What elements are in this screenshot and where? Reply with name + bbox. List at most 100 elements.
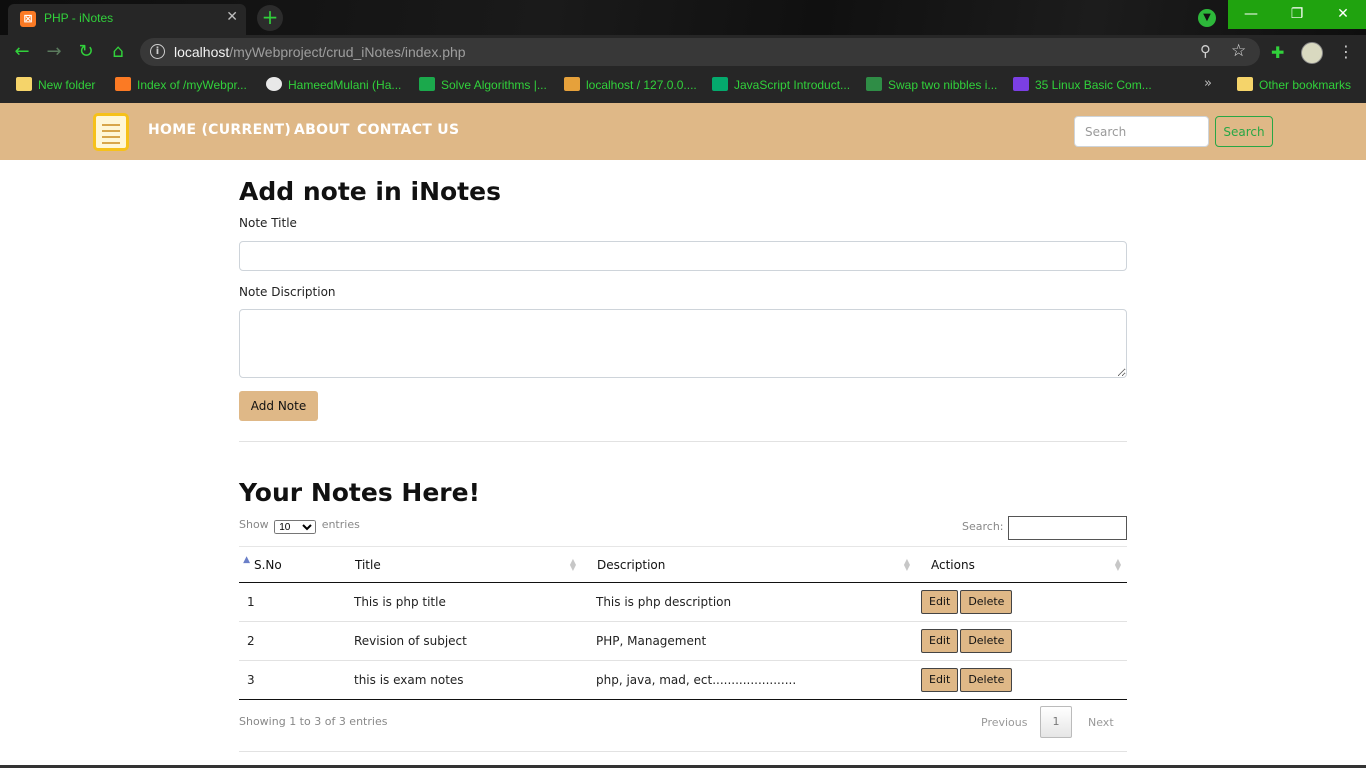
menu-dots-icon[interactable]: ⋮ — [1338, 42, 1354, 61]
geeksforgeeks-icon — [866, 77, 882, 91]
cell-sno: 3 — [247, 673, 255, 687]
pagination-next[interactable]: Next — [1088, 716, 1114, 729]
nav-contact-link[interactable]: CONTACT US — [357, 122, 459, 138]
table-search-input[interactable] — [1008, 516, 1127, 540]
linux-icon — [1013, 77, 1029, 91]
bookmark-item[interactable]: JavaScript Introduct... — [712, 77, 850, 92]
cell-title: Revision of subject — [354, 634, 467, 648]
divider — [239, 441, 1127, 442]
other-bookmarks[interactable]: Other bookmarks — [1237, 77, 1351, 92]
column-header-sno[interactable]: S.No ▲ — [239, 546, 340, 583]
table-row: 3 this is exam notes php, java, mad, ect… — [239, 661, 1127, 700]
new-tab-button[interactable]: + — [257, 5, 283, 31]
cell-description: PHP, Management — [596, 634, 707, 648]
nav-search-input[interactable] — [1074, 116, 1209, 147]
sort-ascending-icon: ▲ — [243, 555, 250, 565]
edit-button[interactable]: Edit — [921, 629, 959, 653]
column-header-description[interactable]: Description ▲ ▼ — [582, 546, 916, 583]
reload-icon[interactable]: ↻ — [75, 41, 97, 63]
maximize-button[interactable]: ❐ — [1274, 0, 1320, 29]
nav-search-button[interactable]: Search — [1215, 116, 1273, 147]
bookmark-item[interactable]: Index of /myWebpr... — [115, 77, 247, 92]
browser-tab[interactable]: ⊠ PHP - iNotes ✕ — [8, 4, 246, 35]
note-description-label: Note Discription — [239, 285, 336, 299]
delete-button[interactable]: Delete — [960, 590, 1013, 614]
bookmark-item[interactable]: 35 Linux Basic Com... — [1013, 77, 1152, 92]
cell-sno: 1 — [247, 595, 255, 609]
pagination-previous[interactable]: Previous — [981, 716, 1028, 729]
xampp-icon: ⊠ — [20, 11, 36, 27]
bookmark-item[interactable]: localhost / 127.0.0.... — [564, 77, 697, 92]
back-arrow-icon[interactable]: ← — [11, 41, 33, 63]
entries-label: entries — [321, 518, 360, 531]
bookmark-item[interactable]: New folder — [16, 77, 95, 92]
column-header-actions[interactable]: Actions ▲ ▼ — [916, 546, 1127, 583]
nav-home-link[interactable]: HOME (CURRENT) — [148, 122, 291, 138]
sort-icon: ▲ ▼ — [569, 557, 576, 572]
add-note-button[interactable]: Add Note — [239, 391, 318, 421]
show-label: Show — [239, 518, 269, 531]
bookmark-item[interactable]: HameedMulani (Ha... — [266, 77, 401, 92]
cell-description: This is php description — [596, 595, 732, 609]
edit-button[interactable]: Edit — [921, 590, 959, 614]
folder-icon — [1237, 77, 1253, 91]
cell-actions: Edit Delete — [916, 622, 1127, 661]
entries-length-control: Show 10 entries — [239, 518, 360, 534]
delete-button[interactable]: Delete — [960, 629, 1013, 653]
table-row: 2 Revision of subject PHP, Management Ed… — [239, 622, 1127, 661]
sort-icon: ▲ ▼ — [1114, 557, 1121, 572]
table-row: 1 This is php title This is php descript… — [239, 583, 1127, 622]
cell-title: this is exam notes — [354, 673, 464, 687]
browser-tab-bar: ⊠ PHP - iNotes ✕ + ▼ — ❐ ✕ — [0, 0, 1366, 35]
notes-table: S.No ▲ Title ▲ ▼ Description ▲ ▼ Actions ▲ ▼ 1 … — [239, 546, 1127, 700]
info-icon[interactable]: i — [150, 44, 165, 59]
close-icon[interactable]: ✕ — [226, 9, 238, 25]
forward-arrow-icon[interactable]: → — [43, 41, 65, 63]
divider — [239, 751, 1127, 752]
delete-button[interactable]: Delete — [960, 668, 1013, 692]
bookmark-item[interactable]: Solve Algorithms |... — [419, 77, 547, 92]
download-icon[interactable]: ▼ — [1198, 9, 1216, 27]
minimize-button[interactable]: — — [1228, 0, 1274, 29]
bookmarks-bar: New folder Index of /myWebpr... HameedMu… — [0, 69, 1366, 103]
xampp-icon — [115, 77, 131, 91]
url-text: localhost/myWebproject/crud_iNotes/index… — [174, 44, 466, 60]
table-info: Showing 1 to 3 of 3 entries — [239, 715, 388, 728]
sort-icon: ▲ ▼ — [903, 557, 910, 572]
note-description-textarea[interactable] — [239, 309, 1127, 378]
add-note-heading: Add note in iNotes — [239, 177, 501, 206]
github-icon — [266, 77, 282, 91]
extensions-puzzle-icon[interactable]: ✚ — [1271, 43, 1284, 62]
profile-avatar[interactable] — [1301, 42, 1323, 64]
address-bar[interactable]: i localhost/myWebproject/crud_iNotes/ind… — [140, 38, 1260, 66]
phpmyadmin-icon — [564, 77, 580, 91]
site-navbar: HOME (CURRENT) ABOUT CONTACT US Search — [0, 103, 1366, 160]
cell-title: This is php title — [354, 595, 446, 609]
pagination-page[interactable]: 1 — [1040, 706, 1072, 738]
note-title-label: Note Title — [239, 216, 297, 230]
w3schools-icon — [712, 77, 728, 91]
notes-logo-icon[interactable] — [93, 113, 129, 151]
home-icon[interactable]: ⌂ — [107, 41, 129, 63]
tab-title: PHP - iNotes — [44, 11, 114, 25]
zoom-icon[interactable]: ⚲ — [1200, 42, 1211, 60]
cell-sno: 2 — [247, 634, 255, 648]
cell-actions: Edit Delete — [916, 583, 1127, 622]
column-header-title[interactable]: Title ▲ ▼ — [340, 546, 582, 583]
hackerrank-icon — [419, 77, 435, 91]
window-close-button[interactable]: ✕ — [1320, 0, 1366, 29]
note-title-input[interactable] — [239, 241, 1127, 271]
folder-icon — [16, 77, 32, 91]
bookmark-item[interactable]: Swap two nibbles i... — [866, 77, 997, 92]
cell-actions: Edit Delete — [916, 661, 1127, 700]
cell-description: php, java, mad, ect.....................… — [596, 673, 797, 687]
browser-toolbar: ← → ↻ ⌂ i localhost/myWebproject/crud_iN… — [0, 35, 1366, 69]
bookmark-star-icon[interactable]: ☆ — [1231, 41, 1246, 61]
table-header-row: S.No ▲ Title ▲ ▼ Description ▲ ▼ Actions ▲ ▼ — [239, 546, 1127, 583]
notes-heading: Your Notes Here! — [239, 478, 480, 507]
bookmarks-overflow-button[interactable]: » — [1204, 76, 1212, 91]
edit-button[interactable]: Edit — [921, 668, 959, 692]
entries-length-select[interactable]: 10 — [274, 520, 317, 534]
nav-about-link[interactable]: ABOUT — [294, 122, 350, 138]
table-search-label: Search: — [962, 520, 1004, 533]
